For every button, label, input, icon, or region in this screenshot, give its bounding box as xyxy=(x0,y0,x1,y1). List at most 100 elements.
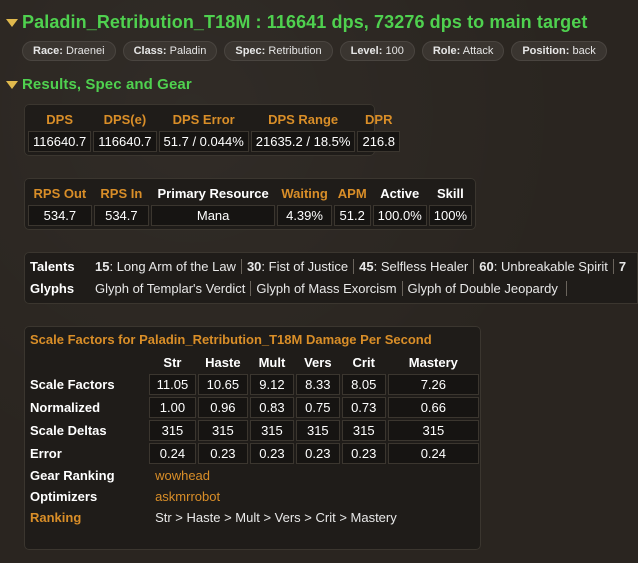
page-title[interactable]: Paladin_Retribution_T18M : 116641 dps, 7… xyxy=(22,12,587,33)
dps-panel: DPS DPS(e) DPS Error DPS Range DPR 11664… xyxy=(24,104,401,156)
col-haste: Haste xyxy=(205,355,241,370)
cell: 0.73 xyxy=(341,397,386,418)
results-section-header: Results, Spec and Gear xyxy=(6,76,192,93)
primary-resource-header: Primary Resource xyxy=(157,186,269,201)
rps-in-header: RPS In xyxy=(100,186,143,201)
glyph-1[interactable]: Glyph of Templar's Verdict xyxy=(90,280,252,296)
cell: 9.12 xyxy=(249,374,294,395)
dps-e-header: DPS(e) xyxy=(103,112,147,127)
page-header: Paladin_Retribution_T18M : 116641 dps, 7… xyxy=(6,12,587,33)
cell: 315 xyxy=(197,420,248,441)
cell: 315 xyxy=(387,420,479,441)
dps-table: DPS DPS(e) DPS Error DPS Range DPR 11664… xyxy=(26,108,402,154)
cell: 8.05 xyxy=(341,374,386,395)
dps-range-value: 21635.2 / 18.5% xyxy=(250,131,356,152)
glyph-2[interactable]: Glyph of Mass Exorcism xyxy=(251,280,403,296)
optimizers-row: Optimizers askmrrobot xyxy=(30,487,479,506)
level-pill: Level: 100 xyxy=(339,41,415,61)
ranking-row: Ranking Str > Haste > Mult > Vers > Crit… xyxy=(30,508,479,527)
askmrrobot-link[interactable]: askmrrobot xyxy=(149,487,479,506)
scale-factors-title: Scale Factors for Paladin_Retribution_T1… xyxy=(30,332,432,347)
talent-30[interactable]: 30: Fist of Justice xyxy=(242,258,355,274)
talent-45[interactable]: 45: Selfless Healer xyxy=(354,258,475,274)
spec-pill: Spec: Retribution xyxy=(224,41,333,61)
race-pill: Race: Draenei xyxy=(22,41,116,61)
optimizers-label: Optimizers xyxy=(30,489,98,504)
col-mult: Mult xyxy=(258,355,286,370)
role-pill: Role: Attack xyxy=(421,41,505,61)
rps-out-value: 534.7 xyxy=(28,205,92,226)
dps-error-header: DPS Error xyxy=(172,112,235,127)
scale-factors-table: Str Haste Mult Vers Crit Mastery Scale F… xyxy=(28,351,481,529)
skill-value: 100% xyxy=(428,205,472,226)
col-crit: Crit xyxy=(352,355,375,370)
row-label: Error xyxy=(30,446,62,461)
cell: 11.05 xyxy=(149,374,196,395)
rps-in-value: 534.7 xyxy=(93,205,149,226)
ranking-label: Ranking xyxy=(30,510,82,525)
dps-header: DPS xyxy=(46,112,73,127)
cell: 0.83 xyxy=(249,397,294,418)
talents-row: Talents 15: Long Arm of the Law 30: Fist… xyxy=(24,255,638,277)
apm-value: 51.2 xyxy=(333,205,371,226)
gear-ranking-row: Gear Ranking wowhead xyxy=(30,466,479,485)
cell: 0.23 xyxy=(249,443,294,464)
cell: 0.66 xyxy=(387,397,479,418)
dps-error-value: 51.7 / 0.044% xyxy=(158,131,249,152)
skill-header: Skill xyxy=(437,186,464,201)
cell: 1.00 xyxy=(149,397,196,418)
section-title[interactable]: Results, Spec and Gear xyxy=(22,76,192,93)
cell: 315 xyxy=(341,420,386,441)
col-mastery: Mastery xyxy=(408,355,458,370)
wowhead-link[interactable]: wowhead xyxy=(149,466,479,485)
table-row: Error 0.24 0.23 0.23 0.23 0.23 0.24 xyxy=(30,443,479,464)
gear-ranking-label: Gear Ranking xyxy=(30,468,115,483)
cell: 315 xyxy=(295,420,340,441)
character-info-pills: Race: Draenei Class: Paladin Spec: Retri… xyxy=(22,41,607,61)
active-value: 100.0% xyxy=(372,205,427,226)
glyphs-row: Glyphs Glyph of Templar's Verdict Glyph … xyxy=(24,277,638,299)
collapse-triangle-icon[interactable] xyxy=(6,80,18,89)
class-pill: Class: Paladin xyxy=(122,41,218,61)
table-row: Scale Factors 11.05 10.65 9.12 8.33 8.05… xyxy=(30,374,479,395)
cell: 315 xyxy=(249,420,294,441)
dps-e-value: 116640.7 xyxy=(93,131,157,152)
cell: 0.23 xyxy=(341,443,386,464)
dpr-header: DPR xyxy=(365,112,393,127)
table-row: Normalized 1.00 0.96 0.83 0.75 0.73 0.66 xyxy=(30,397,479,418)
cell: 8.33 xyxy=(295,374,340,395)
dps-value: 116640.7 xyxy=(28,131,92,152)
waiting-header: Waiting xyxy=(281,186,328,201)
cell: 0.23 xyxy=(295,443,340,464)
talent-60[interactable]: 60: Unbreakable Spirit xyxy=(474,258,614,274)
row-label: Normalized xyxy=(30,400,101,415)
scale-factors-panel: Scale Factors for Paladin_Retribution_T1… xyxy=(24,326,481,550)
talents-glyphs-panel: Talents 15: Long Arm of the Law 30: Fist… xyxy=(24,252,638,304)
row-label: Scale Deltas xyxy=(30,423,107,438)
talent-15[interactable]: 15: Long Arm of the Law xyxy=(90,258,242,274)
primary-resource-value: Mana xyxy=(150,205,276,226)
dpr-value: 216.8 xyxy=(357,131,401,152)
cell: 7.26 xyxy=(387,374,479,395)
cell: 10.65 xyxy=(197,374,248,395)
position-pill: Position: back xyxy=(511,41,607,61)
waiting-value: 4.39% xyxy=(277,205,332,226)
glyphs-label: Glyphs xyxy=(30,280,75,296)
col-str: Str xyxy=(163,355,182,370)
rps-panel: RPS Out RPS In Primary Resource Waiting … xyxy=(24,178,476,230)
cell: 0.23 xyxy=(197,443,248,464)
cell: 0.75 xyxy=(295,397,340,418)
dps-range-header: DPS Range xyxy=(268,112,339,127)
rps-out-header: RPS Out xyxy=(33,186,87,201)
row-label: Scale Factors xyxy=(30,377,115,392)
col-vers: Vers xyxy=(304,355,332,370)
rps-table: RPS Out RPS In Primary Resource Waiting … xyxy=(26,182,474,228)
collapse-triangle-icon[interactable] xyxy=(6,18,18,27)
active-header: Active xyxy=(380,186,420,201)
talent-75[interactable]: 7 xyxy=(614,259,631,274)
talents-label: Talents xyxy=(30,258,75,274)
cell: 0.24 xyxy=(387,443,479,464)
cell: 0.24 xyxy=(149,443,196,464)
cell: 0.96 xyxy=(197,397,248,418)
glyph-3[interactable]: Glyph of Double Jeopardy xyxy=(403,280,567,296)
